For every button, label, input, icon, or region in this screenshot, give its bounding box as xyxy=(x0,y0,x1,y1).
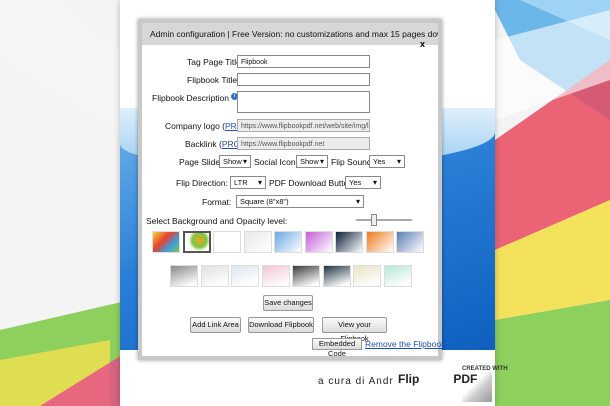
remove-flipbook-link[interactable]: Remove the Flipbook xyxy=(365,339,445,349)
company-logo-label-text: Company logo ( xyxy=(165,121,226,131)
background-thumbnail[interactable] xyxy=(213,231,241,253)
format-label: Format: xyxy=(202,197,232,207)
description-label: Flipbook Description i xyxy=(152,93,239,103)
save-changes-button[interactable]: Save changes xyxy=(263,295,313,311)
tag-title-input[interactable]: Flipbook xyxy=(237,55,370,68)
flip-sound-select[interactable]: Yes xyxy=(369,155,405,168)
description-label-text: Flipbook Description xyxy=(152,93,230,103)
background-thumbnail[interactable] xyxy=(231,265,259,287)
flipbook-title-label: Flipbook Title: xyxy=(187,75,240,85)
brand-flip-text: Flip xyxy=(398,372,420,386)
backlink-label-text: Backlink ( xyxy=(185,139,222,149)
background-thumbnail[interactable] xyxy=(182,231,211,253)
format-select[interactable]: Square (8"x8") xyxy=(236,195,364,208)
background-thumbnail[interactable] xyxy=(274,231,302,253)
background-label: Select Background and Opacity level: xyxy=(146,216,288,226)
flip-sound-label: Flip Sound: xyxy=(331,157,374,167)
background-thumbnail[interactable] xyxy=(152,231,180,253)
opacity-slider[interactable] xyxy=(356,219,412,221)
flip-direction-select[interactable]: LTR xyxy=(230,176,266,189)
social-icons-select[interactable]: Show xyxy=(296,155,328,168)
footer-author: a cura di Andr xyxy=(318,376,394,387)
background-thumbnail[interactable] xyxy=(396,231,424,253)
embedded-code-button[interactable]: Embedded Code xyxy=(312,338,362,358)
close-icon[interactable]: x xyxy=(420,39,425,49)
download-flipbook-button[interactable]: Download Flipbook xyxy=(248,317,314,333)
background-thumbnail[interactable] xyxy=(365,231,394,253)
dialog-header: Admin configuration | Free Version: no c… xyxy=(142,23,438,45)
admin-config-dialog: Admin configuration | Free Version: no c… xyxy=(138,19,445,360)
tag-title-label: Tag Page Title: xyxy=(187,57,244,67)
brand-logo: Flip PDF xyxy=(398,372,477,386)
background-thumbnail[interactable] xyxy=(243,231,272,253)
background-thumbnail[interactable] xyxy=(304,231,333,253)
background-thumbnail[interactable] xyxy=(353,265,381,287)
flipbook-title-input[interactable] xyxy=(237,73,370,86)
background-thumbnail[interactable] xyxy=(335,231,363,253)
opacity-slider-handle[interactable] xyxy=(371,214,377,226)
company-logo-input: https://www.flipbookpdf.net/web/site/img… xyxy=(237,119,370,132)
background-thumbnail[interactable] xyxy=(322,265,351,287)
background-thumbnail[interactable] xyxy=(200,265,229,287)
background-thumbnail[interactable] xyxy=(170,265,198,287)
backlink-input: https://www.flipbookpdf.net xyxy=(237,137,370,150)
social-icons-label: Social Icons: xyxy=(254,157,303,167)
view-flipbook-button[interactable]: View your Flipbook xyxy=(322,317,387,343)
flip-direction-label: Flip Direction: xyxy=(176,178,228,188)
pdf-download-label: PDF Download Button: xyxy=(269,178,356,188)
page-slider-select[interactable]: Show xyxy=(219,155,251,168)
background-thumbnail[interactable] xyxy=(292,265,320,287)
background-thumbnail[interactable] xyxy=(261,265,290,287)
pdf-download-select[interactable]: Yes xyxy=(345,176,381,189)
description-textarea[interactable] xyxy=(237,91,370,113)
add-link-area-button[interactable]: Add Link Area xyxy=(190,317,241,333)
background-thumbnail[interactable] xyxy=(383,265,412,287)
brand-pdf-text: PDF xyxy=(453,372,478,386)
